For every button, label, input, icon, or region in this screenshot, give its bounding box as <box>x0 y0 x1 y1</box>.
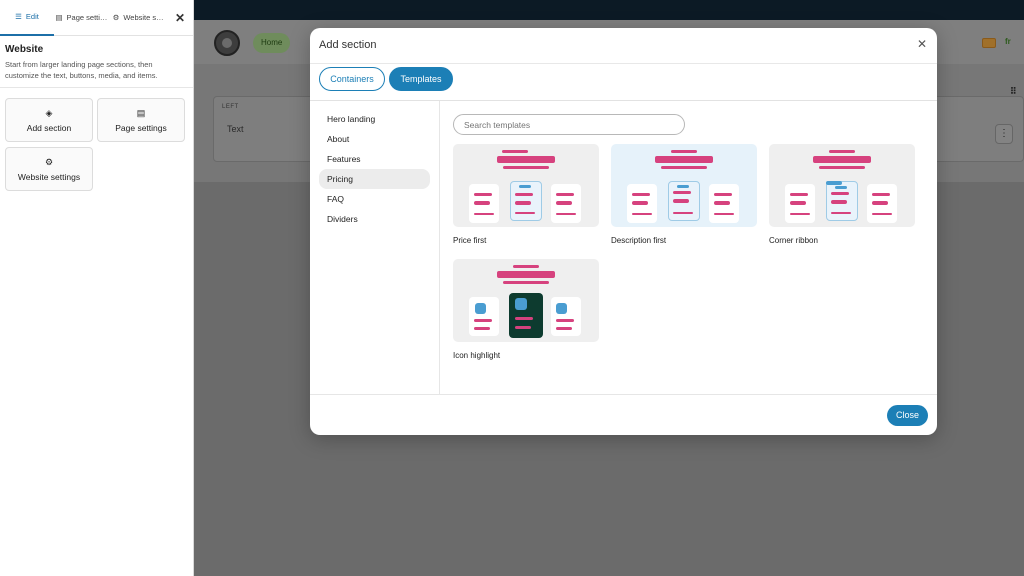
template-thumbnail <box>453 259 599 342</box>
template-thumbnail <box>453 144 599 227</box>
category-hero-landing[interactable]: Hero landing <box>319 109 430 129</box>
category-dividers[interactable]: Dividers <box>319 209 430 229</box>
edit-icon[interactable] <box>982 38 996 48</box>
page-topbar <box>194 0 1024 20</box>
add-section-dialog: Add section ✕ Containers Templates Hero … <box>310 28 937 435</box>
more-options-icon[interactable]: ⋮ <box>995 124 1013 144</box>
tab-website-settings-label: Website set... <box>123 13 166 22</box>
template-icon-highlight[interactable]: Icon highlight <box>453 259 599 360</box>
panel-tabs: ☰ Edit ▤ Page settin... ⚙ Website set...… <box>0 0 193 36</box>
template-thumbnail <box>611 144 757 227</box>
template-price-first[interactable]: Price first <box>453 144 599 245</box>
panel-divider <box>0 87 193 88</box>
drag-handle-icon[interactable]: ⠿ <box>1010 86 1017 97</box>
gear-icon: ⚙ <box>44 156 54 167</box>
add-section-label: Add section <box>26 122 72 133</box>
dialog-body: Hero landing About Features Pricing FAQ … <box>310 101 937 395</box>
dialog-tabs: Containers Templates <box>310 64 937 101</box>
template-name: Description first <box>611 236 667 245</box>
tab-templates[interactable]: Templates <box>389 67 453 91</box>
editor-panel: ☰ Edit ▤ Page settin... ⚙ Website set...… <box>0 0 194 576</box>
website-settings-button[interactable]: ⚙ Website settings <box>5 147 93 191</box>
category-list: Hero landing About Features Pricing FAQ … <box>310 101 440 395</box>
tab-edit-label: Edit <box>25 12 39 21</box>
template-name: Icon highlight <box>453 351 501 360</box>
template-name: Corner ribbon <box>769 236 818 245</box>
add-section-button[interactable]: ◈ Add section <box>5 98 93 142</box>
category-faq[interactable]: FAQ <box>319 189 430 209</box>
language-switch[interactable]: fr <box>1005 37 1011 46</box>
tab-containers[interactable]: Containers <box>319 67 385 91</box>
file-icon: ▤ <box>55 13 63 22</box>
dialog-footer: Close <box>310 395 937 435</box>
tab-website-settings[interactable]: ⚙ Website set... <box>110 0 168 36</box>
site-logo[interactable] <box>214 30 240 56</box>
close-button[interactable]: Close <box>887 405 928 426</box>
sliders-icon: ☰ <box>15 12 22 21</box>
panel-section-description: Start from larger landing page sections,… <box>5 60 158 80</box>
template-description-first[interactable]: Description first <box>611 144 757 245</box>
template-thumbnail <box>769 144 915 227</box>
template-area: Price first <box>453 101 933 395</box>
category-about[interactable]: About <box>319 129 430 149</box>
panel-close-button[interactable]: ✕ <box>173 11 187 25</box>
dialog-title: Add section <box>319 39 377 51</box>
panel-section-title: Website <box>5 44 44 55</box>
file-icon: ▤ <box>136 107 146 118</box>
tab-page-settings-label: Page settin... <box>66 13 109 22</box>
tab-page-settings[interactable]: ▤ Page settin... <box>54 0 110 36</box>
search-templates-input[interactable] <box>453 114 685 135</box>
page-settings-button[interactable]: ▤ Page settings <box>97 98 185 142</box>
category-pricing[interactable]: Pricing <box>319 169 430 189</box>
page-settings-label: Page settings <box>115 122 167 133</box>
dialog-close-icon[interactable]: ✕ <box>915 37 929 51</box>
template-corner-ribbon[interactable]: Corner ribbon <box>769 144 915 245</box>
tab-edit[interactable]: ☰ Edit <box>0 0 54 36</box>
website-settings-label: Website settings <box>17 171 81 182</box>
gear-icon: ⚙ <box>112 13 120 22</box>
section-text: Text <box>227 124 244 134</box>
layers-icon: ◈ <box>45 107 53 118</box>
section-tag: LEFT <box>222 104 239 110</box>
dialog-header: Add section ✕ <box>310 28 937 64</box>
category-features[interactable]: Features <box>319 149 430 169</box>
template-name: Price first <box>453 236 487 245</box>
nav-home-link[interactable]: Home <box>253 33 291 53</box>
